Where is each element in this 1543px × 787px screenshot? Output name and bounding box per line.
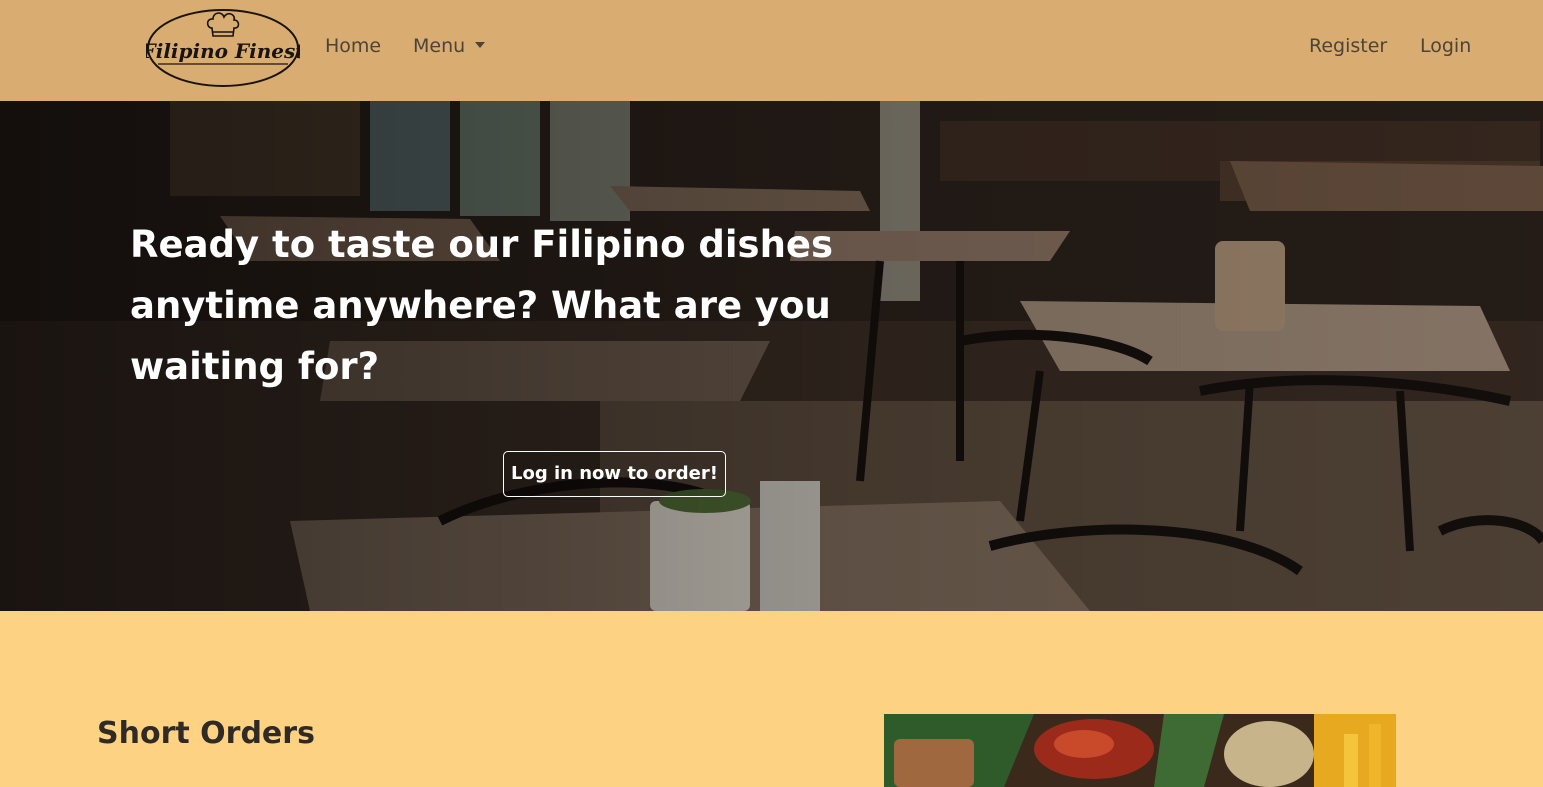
nav-login-link[interactable]: Login bbox=[1420, 33, 1471, 59]
brand-logo[interactable]: Filipino Finest bbox=[146, 6, 300, 88]
hero-headline-line-2: anytime anywhere? What are you bbox=[130, 284, 831, 327]
chef-hat-icon bbox=[206, 12, 240, 37]
hero-headline: Ready to taste our Filipino dishes anyti… bbox=[130, 214, 834, 497]
chevron-down-icon bbox=[475, 41, 486, 48]
hero-headline-line-3: waiting for? bbox=[130, 345, 380, 388]
section-title: Short Orders bbox=[97, 716, 315, 751]
nav-home-link[interactable]: Home bbox=[325, 33, 381, 59]
filipino-food-image bbox=[884, 714, 1396, 787]
nav-menu-label: Menu bbox=[413, 35, 466, 57]
nav-menu-dropdown[interactable]: Menu bbox=[413, 33, 486, 59]
hero-headline-line-1: Ready to taste our Filipino dishes bbox=[130, 223, 834, 266]
hero-banner: Ready to taste our Filipino dishes anyti… bbox=[0, 101, 1543, 611]
logo-text: Filipino Finest bbox=[146, 39, 300, 63]
nav-register-link[interactable]: Register bbox=[1309, 33, 1387, 59]
navbar: Filipino Finest Home Menu Register Login bbox=[0, 0, 1543, 101]
login-to-order-button[interactable]: Log in now to order! bbox=[503, 451, 726, 497]
